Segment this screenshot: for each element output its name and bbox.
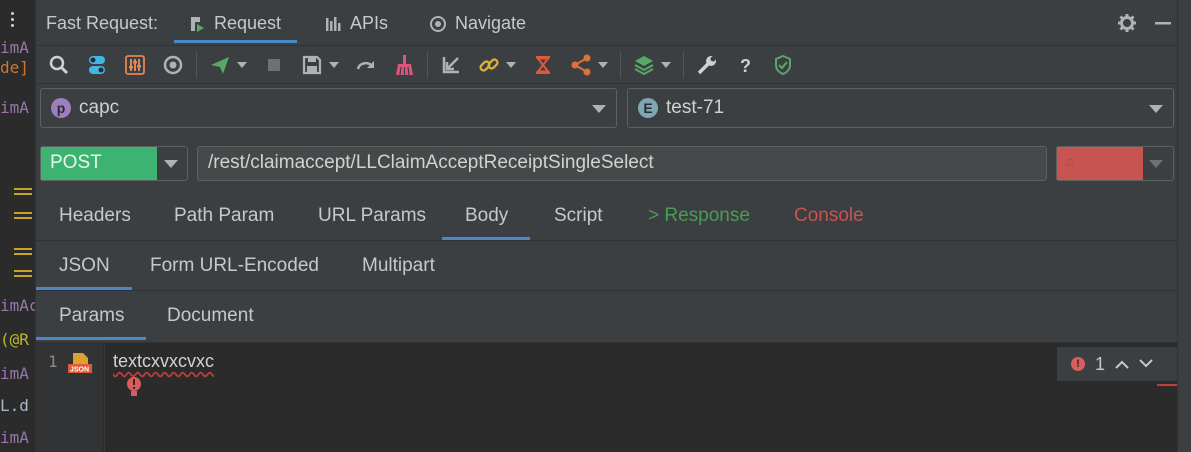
tab-params[interactable]: Params (35, 305, 148, 340)
tab-apis-label: APIs (350, 13, 389, 33)
code-fragment: imA (0, 98, 29, 117)
json-file-icon: JSON (68, 353, 92, 374)
code-line[interactable]: textcxvxcvxc (113, 351, 214, 372)
http-method-value: POST (41, 147, 157, 180)
line-number: 1 (48, 352, 58, 371)
share-icon[interactable] (566, 50, 596, 80)
minimize-icon[interactable] (1153, 13, 1173, 33)
code-fragment: imAc (0, 296, 36, 315)
code-fragment: (@R (0, 330, 29, 349)
chevron-down-icon[interactable] (661, 61, 671, 68)
url-input[interactable]: /rest/claimaccept/LLClaimAcceptReceiptSi… (197, 146, 1047, 181)
wrench-icon[interactable] (692, 50, 722, 80)
app-title: Fast Request: (46, 13, 159, 33)
code-fragment: imA (0, 428, 29, 447)
project-select-value: capc (79, 97, 120, 118)
tab-response[interactable]: > Response (648, 205, 750, 227)
navigate-icon (430, 16, 446, 32)
json-editor[interactable]: 1 JSON textcxvxcvxc ! 1 (36, 343, 1177, 452)
shield-check-icon[interactable] (768, 50, 798, 80)
right-scrollbar[interactable] (1177, 0, 1191, 452)
error-stripe-marker[interactable] (1157, 384, 1177, 386)
tab-request[interactable]: Request (173, 13, 298, 46)
json-badge-text: JSON (70, 367, 89, 374)
environment-select-value: test-71 (666, 97, 725, 118)
environment-badge-icon: E (638, 98, 658, 118)
chevron-up-icon[interactable] (1115, 359, 1129, 369)
gutter-bars-icon (14, 212, 32, 226)
chevron-down-icon[interactable] (1149, 160, 1163, 168)
tab-navigate[interactable]: Navigate (429, 13, 526, 46)
params-tabs: Params Document (35, 291, 1177, 343)
error-bulb-icon[interactable] (126, 376, 142, 398)
error-indicator[interactable]: ! 1 (1057, 347, 1177, 381)
send-button-label: □ (1067, 157, 1074, 169)
code-fragment: de] (0, 58, 29, 77)
code-fragment: L.d (0, 396, 29, 415)
broom-icon[interactable] (389, 50, 419, 80)
project-badge-icon: p (51, 98, 71, 118)
equalizer-icon[interactable] (120, 50, 150, 80)
hourglass-icon[interactable] (528, 50, 558, 80)
body-type-tabs: JSON Form URL-Encoded Multipart (36, 241, 1177, 291)
tab-document[interactable]: Document (167, 305, 254, 327)
send-button-group[interactable]: □ (1056, 146, 1174, 181)
project-select[interactable]: p capc (40, 88, 617, 128)
code-fragment: imA (0, 364, 29, 383)
help-icon[interactable]: ? (730, 50, 760, 80)
link-icon[interactable] (474, 50, 504, 80)
chevron-down-icon (1149, 105, 1163, 113)
fast-request-panel: imA de] imA imAc (@R imA L.d imA Fast Re… (0, 0, 1191, 452)
chevron-down-icon[interactable] (329, 61, 339, 68)
tab-apis[interactable]: APIs (324, 13, 388, 46)
error-icon: ! (1071, 357, 1085, 371)
search-icon[interactable] (44, 50, 74, 80)
redo-icon[interactable] (351, 50, 381, 80)
tab-path-param[interactable]: Path Param (174, 205, 274, 227)
chevron-down-icon (164, 160, 178, 168)
toggle-icon[interactable] (82, 50, 112, 80)
chevron-down-icon (592, 105, 606, 113)
more-options-icon[interactable] (10, 12, 16, 30)
send-button[interactable]: □ (1057, 147, 1143, 180)
tab-console[interactable]: Console (794, 205, 864, 227)
tab-multipart[interactable]: Multipart (362, 255, 435, 277)
save-icon[interactable] (297, 50, 327, 80)
chevron-down-icon[interactable] (237, 61, 247, 68)
tab-script[interactable]: Script (554, 205, 603, 227)
tab-headers[interactable]: Headers (59, 205, 131, 227)
tab-url-params[interactable]: URL Params (318, 205, 426, 227)
svg-text:?: ? (740, 56, 751, 76)
import-icon[interactable] (436, 50, 466, 80)
apis-icon (326, 17, 341, 31)
gutter-bars-icon (14, 188, 32, 202)
gear-icon[interactable] (1117, 13, 1137, 33)
stop-icon[interactable] (259, 50, 289, 80)
header-bar: Fast Request: Request APIs Navigate (36, 0, 1177, 46)
code-fragment: imA (0, 38, 29, 57)
http-method-select[interactable]: POST (40, 146, 188, 181)
tab-navigate-label: Navigate (455, 13, 527, 33)
left-editor-gutter: imA de] imA imAc (@R imA L.d imA (0, 0, 36, 452)
environment-select[interactable]: E test-71 (627, 88, 1174, 128)
main-tabs: Headers Path Param URL Params Body Scrip… (36, 191, 1177, 241)
target-icon[interactable] (158, 50, 188, 80)
toolbar: ? (36, 46, 1177, 84)
gutter-bars-icon (14, 270, 32, 284)
error-count: 1 (1095, 353, 1106, 374)
chevron-down-icon[interactable] (598, 61, 608, 68)
chevron-down-icon[interactable] (1139, 359, 1153, 369)
chevron-down-icon[interactable] (506, 61, 516, 68)
request-icon (191, 17, 204, 32)
tab-form-url-encoded[interactable]: Form URL-Encoded (150, 255, 319, 277)
send-icon[interactable] (205, 50, 235, 80)
tab-request-label: Request (214, 13, 282, 33)
layers-icon[interactable] (629, 50, 659, 80)
tab-body[interactable]: Body (441, 205, 531, 240)
tab-json[interactable]: JSON (36, 255, 132, 290)
gutter-bars-icon (14, 248, 32, 262)
